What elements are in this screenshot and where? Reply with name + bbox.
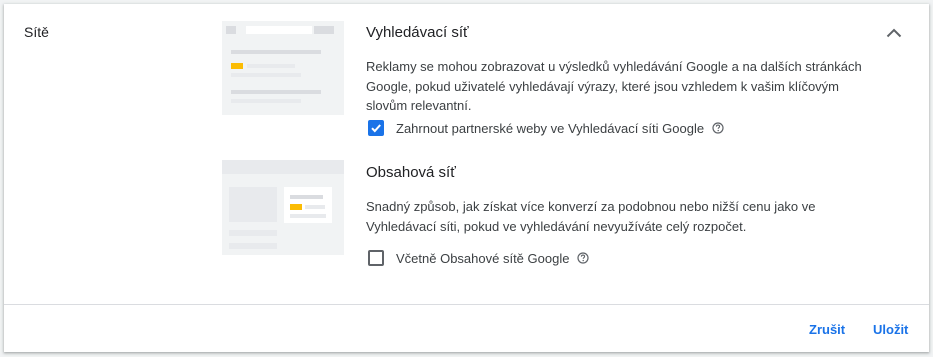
collapse-button[interactable]	[880, 19, 908, 47]
display-network-option: Včetně Obsahové sítě Google	[368, 250, 590, 266]
search-network-illustration	[222, 21, 344, 115]
checkmark-icon	[371, 124, 381, 133]
display-network-description: Snadný způsob, jak získat více konverzí …	[366, 199, 816, 234]
chevron-up-icon	[886, 28, 902, 38]
search-partners-option: Zahrnout partnerské weby ve Vyhledávací …	[368, 120, 724, 136]
display-network-illustration	[222, 160, 344, 255]
cancel-button[interactable]: Zrušit	[809, 322, 845, 337]
search-network-title: Vyhledávací síť	[366, 24, 469, 41]
search-network-description: Reklamy se mohou zobrazovat u výsledků v…	[366, 59, 862, 113]
display-network-title: Obsahová síť	[366, 164, 456, 181]
help-icon[interactable]	[712, 122, 724, 134]
search-partners-checkbox[interactable]	[368, 120, 384, 136]
help-icon[interactable]	[577, 252, 590, 264]
save-button[interactable]: Uložit	[873, 322, 908, 337]
footer-divider	[4, 304, 929, 305]
search-partners-label[interactable]: Zahrnout partnerské weby ve Vyhledávací …	[396, 121, 704, 136]
display-network-label[interactable]: Včetně Obsahové sítě Google	[396, 251, 569, 266]
display-network-checkbox[interactable]	[368, 250, 384, 266]
section-title: Sítě	[24, 24, 49, 40]
networks-card: Sítě Vyhledávací síť Reklamy se mohou zo…	[4, 4, 929, 352]
